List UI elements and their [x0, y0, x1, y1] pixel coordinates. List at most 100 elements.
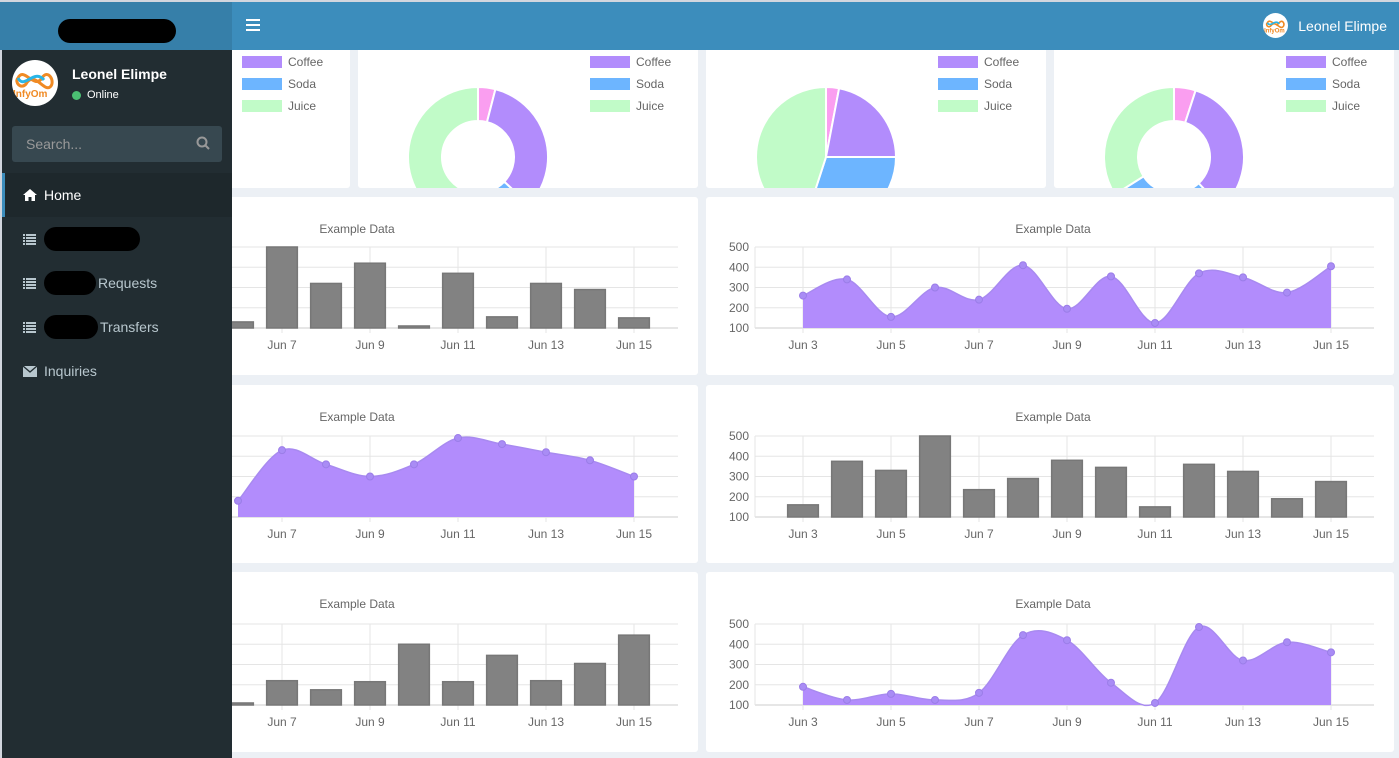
bar[interactable]: [232, 321, 255, 329]
data-point[interactable]: [975, 688, 983, 697]
data-point[interactable]: [843, 695, 851, 704]
bar[interactable]: [1226, 470, 1260, 518]
pie-slice-juice[interactable]: [755, 85, 827, 188]
data-point[interactable]: [1063, 636, 1071, 645]
bar[interactable]: [529, 282, 563, 329]
pie-slice-coffee[interactable]: [485, 87, 549, 188]
data-point[interactable]: [1239, 273, 1247, 282]
data-point[interactable]: [975, 295, 983, 304]
user-menu[interactable]: InfyOm Leonel Elimpe: [1263, 13, 1387, 38]
data-point[interactable]: [586, 456, 594, 465]
data-point[interactable]: [1239, 656, 1247, 665]
data-point[interactable]: [498, 440, 506, 449]
sidebar-item-transfers[interactable]: Transfers: [2, 305, 232, 349]
bar[interactable]: [573, 662, 607, 706]
bar[interactable]: [353, 262, 387, 329]
data-point[interactable]: [1327, 262, 1335, 271]
data-point[interactable]: [1283, 288, 1291, 297]
pie-slice-coffee[interactable]: [824, 87, 898, 158]
sidebar-item-inquiries[interactable]: Inquiries: [2, 349, 232, 393]
data-point[interactable]: [799, 682, 807, 691]
legend-item[interactable]: Coffee: [1286, 51, 1367, 73]
data-point[interactable]: [1107, 272, 1115, 281]
data-point[interactable]: [1195, 623, 1203, 632]
bar[interactable]: [397, 643, 431, 706]
hamburger-icon[interactable]: [246, 18, 260, 36]
x-tick-label: Jun 13: [528, 715, 564, 729]
data-point[interactable]: [630, 472, 638, 481]
bar[interactable]: [441, 680, 475, 706]
bar[interactable]: [1182, 463, 1216, 518]
data-point[interactable]: [278, 446, 286, 455]
bar[interactable]: [1094, 466, 1128, 518]
bar[interactable]: [918, 435, 952, 518]
legend-item[interactable]: Soda: [938, 73, 1019, 95]
bar[interactable]: [1138, 506, 1172, 518]
legend-item[interactable]: Juice: [590, 95, 671, 117]
bar[interactable]: [1050, 459, 1084, 518]
bar[interactable]: [232, 702, 255, 706]
bar[interactable]: [485, 316, 519, 329]
envelope-icon: [23, 365, 39, 377]
data-point[interactable]: [1107, 678, 1115, 687]
bar[interactable]: [397, 325, 431, 329]
search-input[interactable]: [12, 126, 182, 162]
legend-item[interactable]: Coffee: [590, 51, 671, 73]
search-icon[interactable]: [196, 136, 210, 155]
bar[interactable]: [617, 634, 651, 706]
data-point[interactable]: [454, 434, 462, 443]
bar[interactable]: [874, 469, 908, 518]
sidebar-item-home[interactable]: Home: [2, 173, 232, 217]
bar[interactable]: [617, 317, 651, 329]
data-point[interactable]: [1195, 269, 1203, 278]
bar[interactable]: [573, 288, 607, 329]
data-point[interactable]: [931, 695, 939, 704]
legend-item[interactable]: Coffee: [938, 51, 1019, 73]
legend-item[interactable]: Juice: [938, 95, 1019, 117]
data-point[interactable]: [1063, 304, 1071, 313]
data-point[interactable]: [366, 472, 374, 481]
logo[interactable]: [0, 2, 232, 50]
pie-slice-juice[interactable]: [407, 85, 479, 188]
data-point[interactable]: [234, 496, 242, 505]
bar[interactable]: [485, 654, 519, 706]
data-point[interactable]: [1151, 318, 1159, 327]
bar[interactable]: [353, 680, 387, 706]
data-point[interactable]: [931, 283, 939, 292]
legend-item[interactable]: Soda: [242, 73, 323, 95]
bar[interactable]: [1270, 498, 1304, 518]
bar[interactable]: [1006, 477, 1040, 518]
data-point[interactable]: [322, 460, 330, 469]
sidebar-item-requests[interactable]: Requests: [2, 261, 232, 305]
pie-slice-coffee[interactable]: [1183, 89, 1245, 188]
bar[interactable]: [529, 679, 563, 706]
data-point[interactable]: [542, 448, 550, 457]
bar[interactable]: [1314, 480, 1348, 518]
data-point[interactable]: [410, 460, 418, 469]
legend-item[interactable]: Soda: [1286, 73, 1367, 95]
bar[interactable]: [441, 272, 475, 329]
bar[interactable]: [265, 246, 299, 329]
data-point[interactable]: [1019, 261, 1027, 270]
data-point[interactable]: [1327, 648, 1335, 657]
data-point[interactable]: [887, 689, 895, 698]
legend-item[interactable]: Coffee: [242, 51, 323, 73]
data-point[interactable]: [887, 312, 895, 321]
data-point[interactable]: [799, 291, 807, 300]
legend-item[interactable]: Juice: [242, 95, 323, 117]
bar[interactable]: [786, 504, 820, 518]
data-point[interactable]: [1283, 638, 1291, 647]
pie-slice-juice[interactable]: [1103, 85, 1175, 188]
legend-swatch: [1286, 100, 1326, 112]
data-point[interactable]: [843, 275, 851, 284]
data-point[interactable]: [1019, 631, 1027, 640]
legend-item[interactable]: Juice: [1286, 95, 1367, 117]
sidebar-item-redacted[interactable]: [2, 217, 232, 261]
bar[interactable]: [265, 679, 299, 706]
bar[interactable]: [309, 282, 343, 329]
legend-item[interactable]: Soda: [590, 73, 671, 95]
data-point[interactable]: [1151, 698, 1159, 707]
bar[interactable]: [962, 488, 996, 518]
bar[interactable]: [830, 460, 864, 518]
bar[interactable]: [309, 689, 343, 706]
